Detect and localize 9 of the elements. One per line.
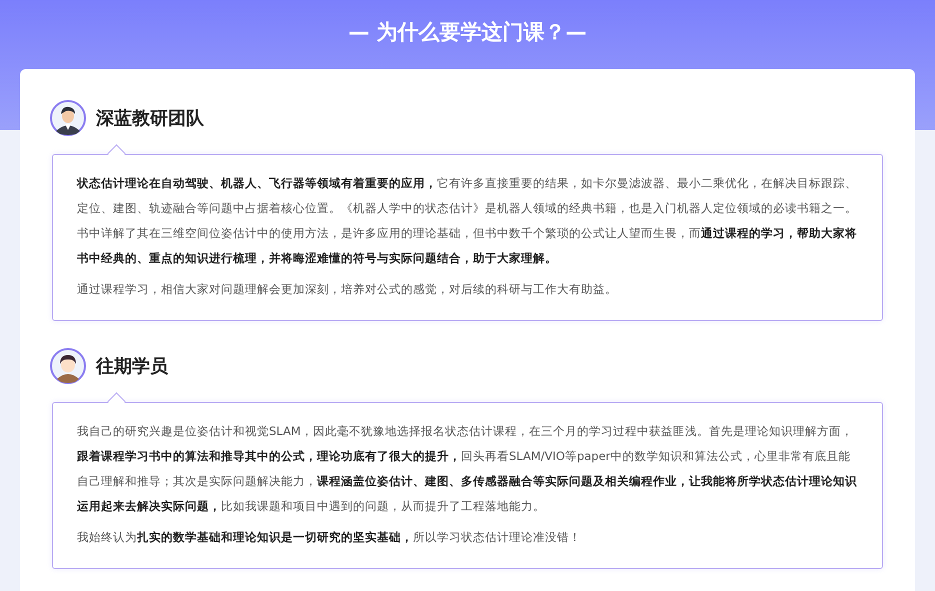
quote-paragraph: 状态估计理论在自动驾驶、机器人、飞行器等领域有着重要的应用，它有许多直接重要的结果，如卡尔曼滤波器、最小二乘优化，在解决目标跟踪、定位、建图、轨迹融合等问题中占据着核心位置。《机器人学中的状态估计》是机器人领域的经典书籍，也是入门机器人定位领域的必读书籍之一。书中详解了其在三维空间位姿估计中的使用方法，是许多应用的理论基础，但书中数千个繁琐的公式让人望而生畏，而通过课程的学习，帮助大家将书中经典的、重点的知识进行梳理，并将晦涩难懂的符号与实际问题结合，助于大家理解。: [77, 175, 858, 267]
man-avatar-icon: [50, 100, 86, 136]
boy-avatar-icon: [50, 348, 86, 384]
quote-paragraph: 通过课程学习，相信大家对问题理解会更加深刻，培养对公式的感觉，对后续的科研与工作大有助益。: [77, 281, 618, 298]
author-name: 往期学员: [96, 355, 168, 378]
quote-paragraph: 我自己的研究兴趣是位姿估计和视觉SLAM，因此毫不犹豫地选择报名状态估计课程，在三个月的学习过程中获益匪浅。首先是理论知识理解方面，跟着课程学习书中的算法和推导其中的公式，理论功底有了很大的提升，回头再看SLAM/VIO等paper中的数学知识和算法公式，心里非常有底且能自己理解和推导；其次是实际问题解决能力，课程涵盖位姿估计、建图、多传感器融合等实际问题及相关编程作业，让我能将所学状态估计理论知识运用起来去解决实际问题，比如我课题和项目中遇到的问题，从而提升了工程落地能力。: [77, 423, 858, 515]
author-name: 深蓝教研团队: [96, 107, 204, 130]
section-heading: — 为什么要学这门课？—: [348, 19, 587, 46]
quote-paragraph: 我始终认为扎实的数学基础和理论知识是一切研究的坚实基础，所以学习状态估计理论准没错！: [77, 529, 582, 546]
